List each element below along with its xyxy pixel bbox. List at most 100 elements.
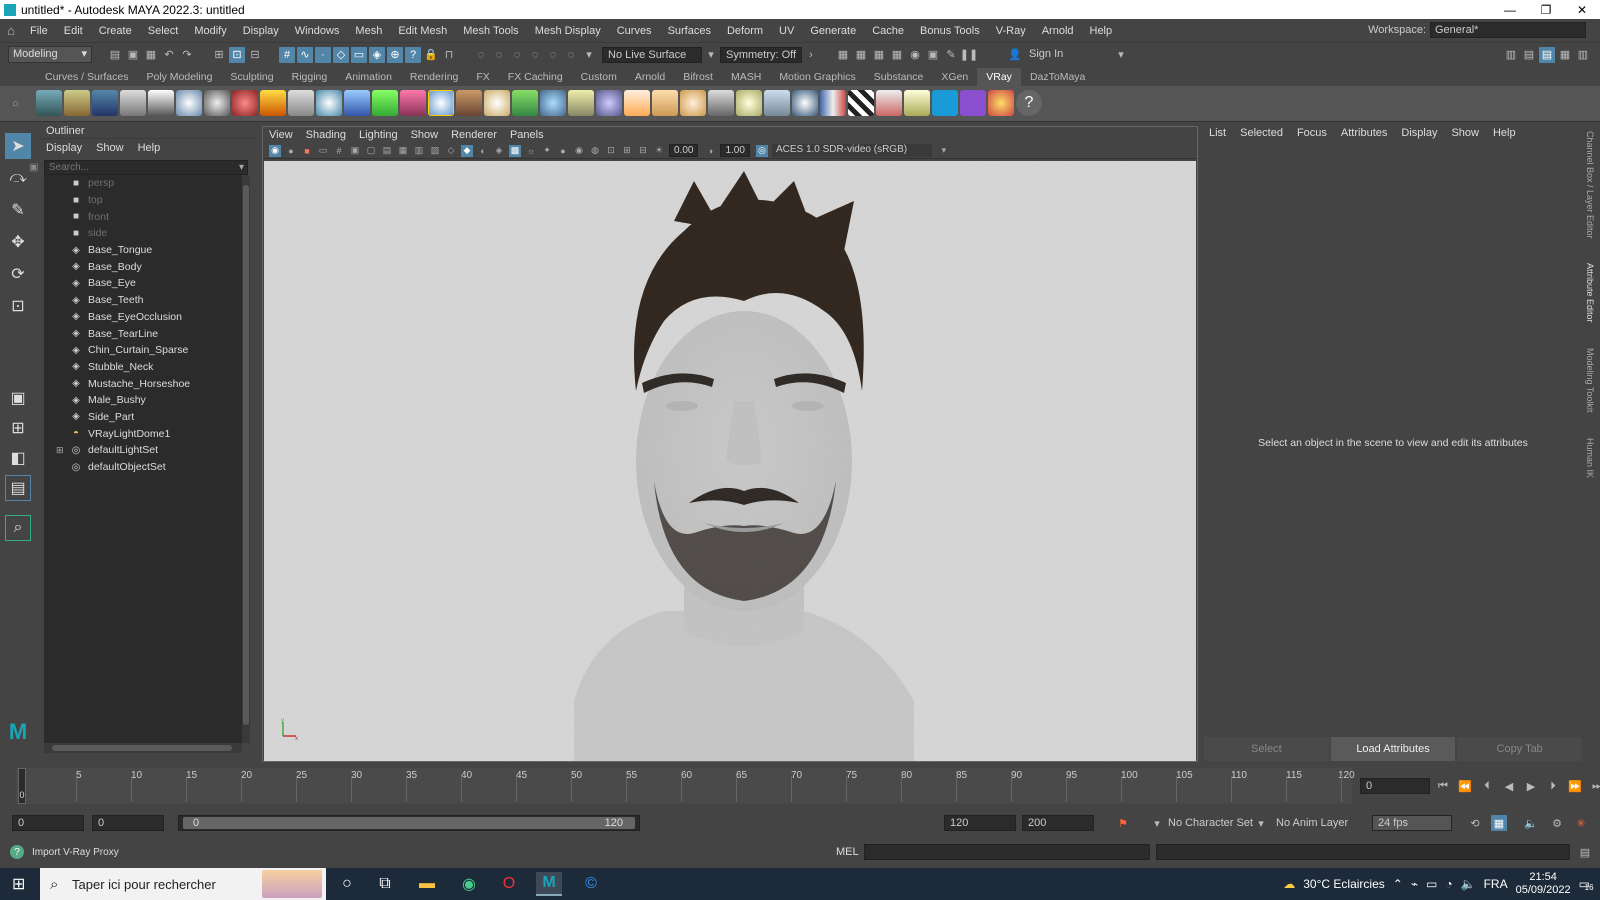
cortana-icon[interactable]: ○ — [334, 872, 360, 896]
outliner-item[interactable]: ■ top — [44, 192, 242, 209]
vray-clipper-icon[interactable] — [400, 90, 426, 116]
menu-curves[interactable]: Curves — [617, 25, 652, 37]
vray-cloud-icon[interactable] — [932, 90, 958, 116]
clock[interactable]: 21:54 05/09/2022 — [1516, 871, 1571, 897]
rotate-tool-icon[interactable]: ⟳ — [5, 261, 31, 287]
wireframe-on-shaded-icon[interactable]: ◈ — [493, 145, 505, 157]
shelf-tab-substance[interactable]: Substance — [865, 68, 933, 86]
outliner-item[interactable]: ◈ Base_Eye — [44, 275, 242, 292]
use-all-lights-icon[interactable]: ✦ — [541, 145, 553, 157]
outliner-item[interactable]: ◈ Base_TearLine — [44, 325, 242, 342]
vray-plane-icon[interactable] — [288, 90, 314, 116]
modeling-toolkit-icon[interactable]: ▤ — [1521, 47, 1537, 63]
vray-physical-camera-icon[interactable] — [820, 90, 846, 116]
shelf-tab-daztomaya[interactable]: DazToMaya — [1021, 68, 1094, 86]
volume-icon[interactable]: 🔈 — [1461, 877, 1476, 891]
vray-curve-icon[interactable] — [568, 90, 594, 116]
safe-title-icon[interactable]: ▧ — [429, 145, 441, 157]
character-key-icon[interactable]: ⚑ — [1115, 815, 1131, 831]
shelf-tab-curves-surfaces[interactable]: Curves / Surfaces — [36, 68, 137, 86]
xray-icon[interactable]: ▩ — [509, 144, 521, 157]
vray-ies-light-icon[interactable] — [708, 90, 734, 116]
smooth-shade-icon[interactable]: ◆ — [461, 144, 473, 157]
wifi-icon[interactable]: ◔ — [1445, 877, 1452, 891]
menu-create[interactable]: Create — [99, 25, 132, 37]
script-editor-icon[interactable]: ▤ — [1577, 844, 1593, 860]
play-backward-icon[interactable]: ◀ — [1501, 778, 1517, 794]
snap-view-icon[interactable]: ◇ — [333, 46, 349, 63]
app-icon[interactable]: © — [578, 872, 604, 896]
bonus-icon[interactable]: ✳ — [1573, 815, 1589, 831]
vray-water-icon[interactable] — [344, 90, 370, 116]
outliner-item[interactable]: ◈ Male_Bushy — [44, 392, 242, 409]
undo-icon[interactable]: ↶ — [161, 47, 177, 63]
snap-mid-icon[interactable]: ⊕ — [387, 46, 403, 63]
vray-checker-icon[interactable] — [848, 90, 874, 116]
resolution-gate-icon[interactable]: ▢ — [365, 145, 377, 157]
playback-end-field[interactable]: 120 — [944, 815, 1016, 831]
menu-bonus-tools[interactable]: Bonus Tools — [920, 25, 980, 37]
vray-snowflake-icon[interactable] — [540, 90, 566, 116]
opera-icon[interactable]: O — [496, 872, 522, 896]
menu-mesh[interactable]: Mesh — [355, 25, 382, 37]
shelf-tab-fx[interactable]: FX — [467, 68, 498, 86]
ae-menu-selected[interactable]: Selected — [1240, 125, 1283, 141]
tab-attribute-editor[interactable]: Attribute Editor — [1585, 263, 1595, 323]
vray-sphere-light-icon[interactable] — [596, 90, 622, 116]
select-component-icon[interactable]: ⊟ — [247, 47, 263, 63]
menu-generate[interactable]: Generate — [810, 25, 856, 37]
go-to-start-icon[interactable]: ⏮ — [1435, 778, 1451, 794]
step-back-key-icon[interactable]: ⏪ — [1457, 778, 1473, 794]
outliner-item[interactable]: ■ persp — [44, 175, 242, 192]
anim-prefs-icon[interactable]: ⚙ — [1549, 815, 1565, 831]
vray-dome-light-icon[interactable] — [624, 90, 650, 116]
snap-help-icon[interactable]: ? — [405, 46, 421, 63]
outliner-menu-display[interactable]: Display — [46, 140, 82, 156]
menu-display[interactable]: Display — [243, 25, 279, 37]
maximize-button[interactable]: ❐ — [1528, 0, 1564, 19]
open-scene-icon[interactable]: ▣ — [125, 47, 141, 63]
range-slider[interactable]: 0 120 — [178, 815, 640, 831]
select-object-icon[interactable]: ⊡ — [229, 46, 245, 63]
scrollbar-thumb[interactable] — [243, 185, 249, 725]
outliner-item[interactable]: ◈ Base_Teeth — [44, 292, 242, 309]
network-icon[interactable]: ⌁ — [1411, 877, 1418, 891]
vray-vfb-icon[interactable] — [876, 90, 902, 116]
lasso-tool-icon[interactable]: ⤼ — [5, 165, 31, 191]
lasso-icon[interactable]: ◌ — [473, 47, 489, 63]
range-slider-handle[interactable] — [183, 817, 635, 829]
outliner-item[interactable]: ◈ Base_EyeOcclusion — [44, 309, 242, 326]
minimize-button[interactable]: — — [1492, 0, 1528, 19]
shelf-tab-bifrost[interactable]: Bifrost — [674, 68, 722, 86]
lasso-3-icon[interactable]: ◌ — [509, 47, 525, 63]
shelf-tab-rigging[interactable]: Rigging — [283, 68, 337, 86]
hypershade-icon[interactable]: ◉ — [907, 47, 923, 63]
snap-grid-icon[interactable]: # — [279, 46, 295, 63]
live-surface-field[interactable]: No Live Surface — [602, 46, 702, 63]
shelf-tab-poly-modeling[interactable]: Poly Modeling — [137, 68, 221, 86]
select-hierarchy-icon[interactable]: ⊞ — [211, 47, 227, 63]
viewport-menu-view[interactable]: View — [269, 129, 293, 141]
vray-grass-icon[interactable] — [512, 90, 538, 116]
lasso-6-icon[interactable]: ◌ — [563, 47, 579, 63]
outliner-item[interactable]: ◈ Mustache_Horseshoe — [44, 375, 242, 392]
gamma-icon[interactable]: ◑ — [704, 145, 716, 157]
step-forward-frame-icon[interactable]: ⏵ — [1545, 778, 1561, 794]
scrollbar-thumb[interactable] — [52, 745, 232, 751]
exposure-field[interactable]: 0.00 — [669, 144, 699, 157]
menu-select[interactable]: Select — [148, 25, 179, 37]
user-icon[interactable]: 👤 — [1007, 47, 1023, 63]
shelf-tab-arnold[interactable]: Arnold — [626, 68, 674, 86]
vray-rect-light-icon[interactable] — [652, 90, 678, 116]
chevron-up-icon[interactable]: ⌃ — [1393, 877, 1403, 891]
vray-material-sphere-icon[interactable] — [176, 90, 202, 116]
menu-arnold[interactable]: Arnold — [1042, 25, 1074, 37]
play-forward-icon[interactable]: ▶ — [1523, 778, 1539, 794]
gamma-field[interactable]: 1.00 — [720, 144, 750, 157]
auto-key-icon[interactable]: ▦ — [1491, 815, 1507, 831]
menu-surfaces[interactable]: Surfaces — [668, 25, 711, 37]
step-back-frame-icon[interactable]: ⏴ — [1479, 778, 1495, 794]
lock-icon[interactable]: 🔒 — [423, 47, 439, 63]
vray-env-icon[interactable] — [792, 90, 818, 116]
ae-menu-attributes[interactable]: Attributes — [1341, 125, 1387, 141]
